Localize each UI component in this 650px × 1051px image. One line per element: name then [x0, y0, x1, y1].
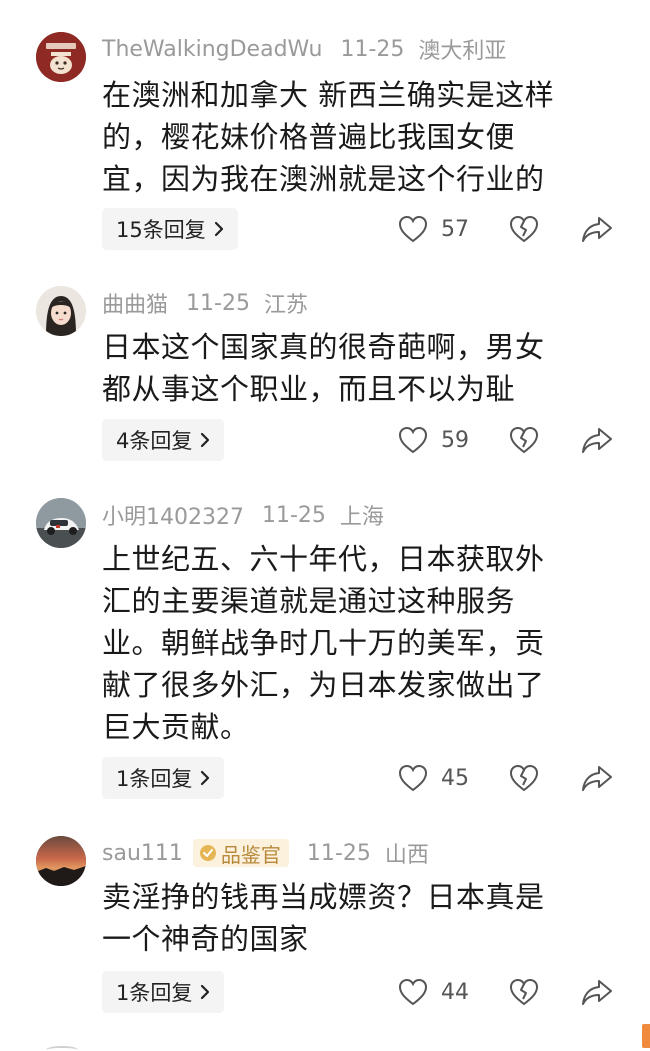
car-photo-avatar-icon — [36, 498, 86, 548]
dislike-button[interactable] — [508, 424, 540, 456]
username[interactable]: sau111 — [102, 841, 183, 866]
comment-text-line: 上世纪五、六十年代，日本获取外 — [102, 542, 545, 576]
chevron-right-icon — [200, 432, 210, 448]
avatar[interactable] — [36, 498, 86, 548]
share-button[interactable] — [580, 762, 614, 794]
heart-icon — [397, 425, 429, 455]
comment-text-line: 的，樱花妹价格普遍比我国女便 — [102, 120, 516, 154]
broken-heart-icon — [509, 978, 539, 1006]
comment-text-line: 汇的主要渠道就是通过这种服务 — [102, 584, 516, 618]
comment-actions: 4条回复 59 — [102, 419, 622, 461]
username[interactable]: 小明1402327 — [102, 499, 244, 531]
comment-location: 上海 — [339, 505, 384, 530]
reply-count-label: 1条回复 — [116, 767, 193, 791]
comment-meta: sau111 品鉴官 11-25 山西 — [102, 838, 429, 868]
dislike-button[interactable] — [508, 976, 540, 1008]
view-replies-button[interactable]: 1条回复 — [102, 971, 225, 1013]
chevron-right-icon — [200, 770, 210, 786]
share-arrow-icon — [582, 766, 612, 791]
share-arrow-icon — [582, 428, 612, 453]
share-arrow-icon — [582, 217, 612, 242]
like-count: 57 — [441, 216, 469, 242]
comment-actions: 1条回复 44 — [102, 971, 622, 1013]
comment-list: TheWalkingDeadWu 11-25 澳大利亚 在澳洲和加拿大 新西兰确… — [0, 0, 650, 1051]
chevron-right-icon — [214, 221, 224, 237]
view-replies-button[interactable]: 4条回复 — [102, 419, 225, 461]
chevron-right-icon — [200, 984, 210, 1000]
reply-count-label: 4条回复 — [116, 429, 193, 453]
comment-text: 卖淫挣的钱再当成嫖资？日本真是 一个神奇的国家 — [102, 876, 612, 960]
dislike-button[interactable] — [508, 762, 540, 794]
heart-icon — [397, 214, 429, 244]
comment-meta: 小明1402327 11-25 上海 — [102, 499, 384, 531]
badge-label: 品鉴官 — [220, 842, 281, 867]
share-button[interactable] — [580, 976, 614, 1008]
like-count: 59 — [441, 427, 469, 453]
comment-meta: TheWalkingDeadWu 11-25 澳大利亚 — [102, 34, 507, 65]
comment-text-line: 都从事这个职业，而且不以为耻 — [102, 372, 516, 406]
comment-text-line: 日本这个国家真的很奇葩啊，男女 — [102, 330, 545, 364]
comment-text-line: 一个神奇的国家 — [102, 922, 309, 956]
view-replies-button[interactable]: 15条回复 — [102, 208, 238, 250]
avatar[interactable] — [36, 32, 86, 82]
comment-text: 上世纪五、六十年代，日本获取外 汇的主要渠道就是通过这种服务 业。朝鲜战争时几十… — [102, 538, 612, 748]
comment-text: 日本这个国家真的很奇葩啊，男女 都从事这个职业，而且不以为耻 — [102, 326, 612, 410]
like-button[interactable]: 45 — [397, 757, 469, 799]
comment-location: 澳大利亚 — [418, 39, 507, 64]
comment-text-line: 在澳洲和加拿大 新西兰确实是这样 — [102, 78, 555, 112]
comment-text-line: 卖淫挣的钱再当成嫖资？日本真是 — [102, 880, 545, 914]
heart-icon — [397, 977, 429, 1007]
share-button[interactable] — [580, 424, 614, 456]
comment-actions: 15条回复 57 — [102, 208, 622, 250]
next-comment-avatar-peek — [46, 1046, 78, 1051]
comment-location: 山西 — [384, 843, 429, 868]
like-button[interactable]: 57 — [397, 208, 469, 250]
reply-count-label: 15条回复 — [116, 218, 206, 242]
comment-text: 在澳洲和加拿大 新西兰确实是这样 的，樱花妹价格普遍比我国女便 宜，因为我在澳洲… — [102, 74, 612, 200]
share-button[interactable] — [580, 213, 614, 245]
girl-portrait-avatar-icon — [36, 286, 86, 336]
comment-location: 江苏 — [263, 293, 308, 318]
comment-date: 11-25 — [340, 36, 405, 62]
heart-icon — [397, 763, 429, 793]
username[interactable]: TheWalkingDeadWu — [102, 37, 322, 62]
avatar[interactable] — [36, 836, 86, 886]
reply-count-label: 1条回复 — [116, 981, 193, 1005]
like-button[interactable]: 44 — [397, 971, 469, 1013]
view-replies-button[interactable]: 1条回复 — [102, 757, 225, 799]
avatar[interactable] — [36, 286, 86, 336]
comment-date: 11-25 — [186, 290, 250, 316]
comment-text-line: 业。朝鲜战争时几十万的美军，贡 — [102, 626, 545, 660]
username[interactable]: 曲曲猫 — [102, 287, 168, 319]
comment-text-line: 宜，因为我在澳洲就是这个行业的 — [102, 162, 545, 196]
cartoon-cat-avatar-icon — [36, 32, 86, 82]
share-arrow-icon — [582, 980, 612, 1005]
comment-date: 11-25 — [306, 840, 371, 866]
like-count: 44 — [441, 979, 469, 1005]
comment-date: 11-25 — [261, 502, 326, 528]
broken-heart-icon — [509, 764, 539, 792]
floating-tab[interactable] — [642, 1024, 650, 1048]
sunset-photo-avatar-icon — [36, 836, 86, 886]
badge-check-icon — [199, 844, 217, 862]
comment-text-line: 巨大贡献。 — [102, 710, 250, 744]
comment-actions: 1条回复 45 — [102, 757, 622, 799]
comment-meta: 曲曲猫 11-25 江苏 — [102, 287, 308, 319]
broken-heart-icon — [509, 215, 539, 243]
dislike-button[interactable] — [508, 213, 540, 245]
verified-badge: 品鉴官 — [192, 839, 289, 867]
comment-text-line: 献了很多外汇，为日本发家做出了 — [102, 668, 545, 702]
like-count: 45 — [441, 765, 469, 791]
like-button[interactable]: 59 — [397, 419, 469, 461]
broken-heart-icon — [509, 426, 539, 454]
